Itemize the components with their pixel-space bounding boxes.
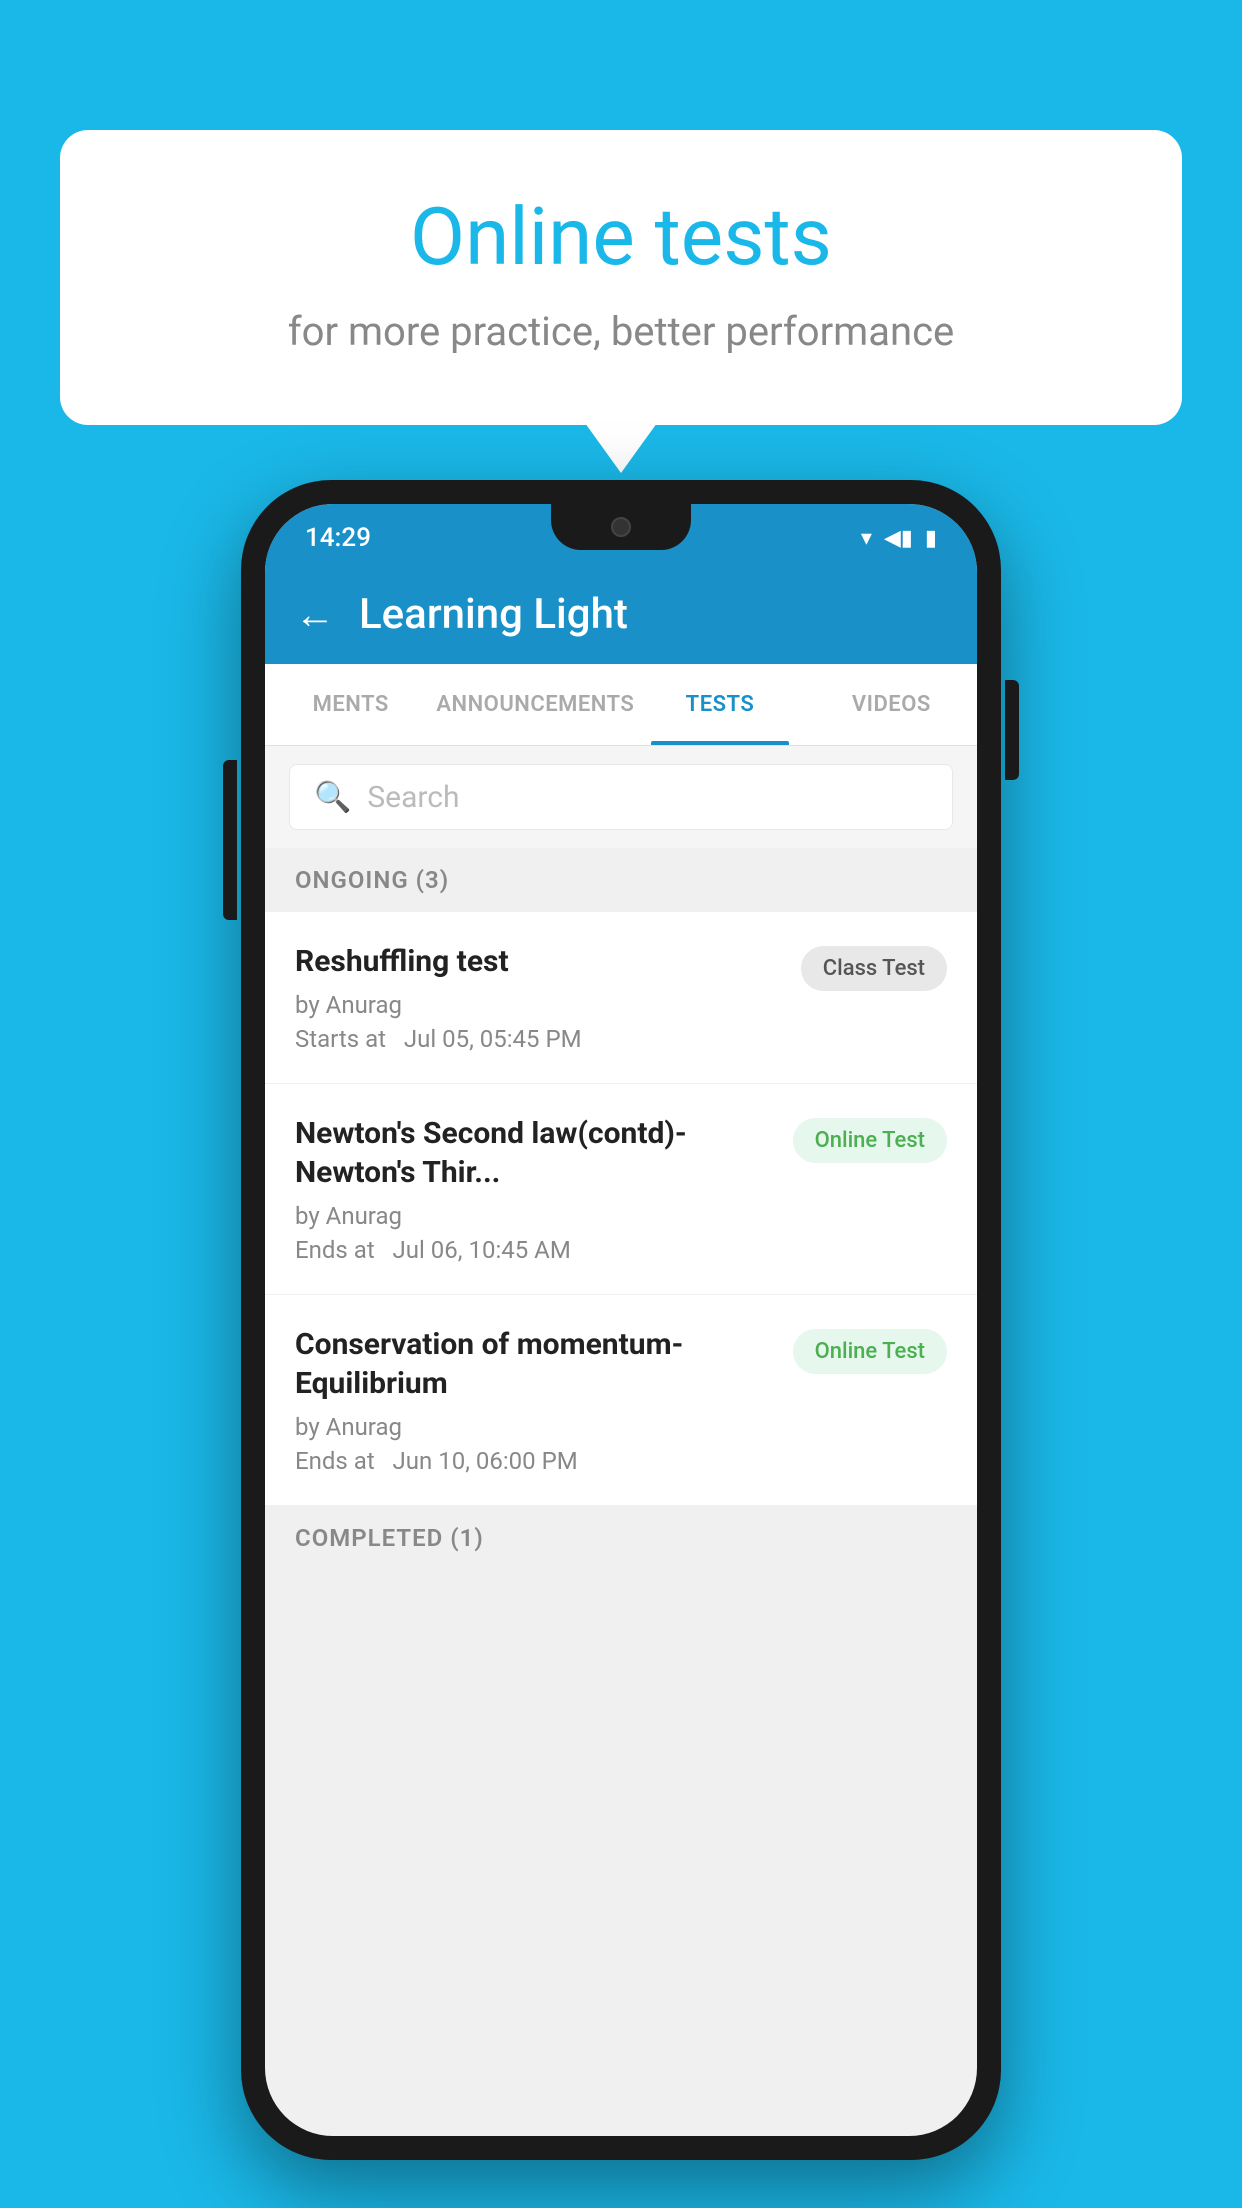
- speech-bubble: Online tests for more practice, better p…: [60, 130, 1182, 425]
- list-item[interactable]: Reshuffling test by Anurag Starts at Jul…: [265, 912, 977, 1084]
- test-list: Reshuffling test by Anurag Starts at Jul…: [265, 912, 977, 1506]
- test-author: by Anurag: [295, 1413, 773, 1441]
- app-title: Learning Light: [359, 590, 628, 639]
- ongoing-section-header: ONGOING (3): [265, 848, 977, 912]
- test-name: Reshuffling test: [295, 942, 781, 981]
- bubble-title: Online tests: [140, 190, 1102, 284]
- search-input[interactable]: Search: [367, 780, 459, 815]
- test-badge: Online Test: [793, 1329, 947, 1374]
- phone-screen: 14:29 ▾ ◀▮ ▮ ← Learning Light MENTS ANNO…: [265, 504, 977, 2136]
- search-icon: 🔍: [314, 780, 351, 815]
- ongoing-label: ONGOING (3): [295, 866, 449, 894]
- test-time: Ends at Jun 10, 06:00 PM: [295, 1447, 773, 1475]
- test-time: Ends at Jul 06, 10:45 AM: [295, 1236, 773, 1264]
- wifi-icon: ▾: [861, 526, 872, 551]
- test-badge: Online Test: [793, 1118, 947, 1163]
- tab-announcements[interactable]: ANNOUNCEMENTS: [436, 664, 634, 745]
- test-time: Starts at Jul 05, 05:45 PM: [295, 1025, 781, 1053]
- search-box[interactable]: 🔍 Search: [289, 764, 953, 830]
- status-time: 14:29: [305, 523, 371, 553]
- phone-outer: 14:29 ▾ ◀▮ ▮ ← Learning Light MENTS ANNO…: [241, 480, 1001, 2160]
- time-value: Jun 10, 06:00 PM: [393, 1447, 578, 1475]
- completed-label: COMPLETED (1): [295, 1524, 484, 1552]
- time-label: Ends at: [295, 1447, 375, 1475]
- tab-videos[interactable]: VIDEOS: [806, 664, 977, 745]
- camera-icon: [611, 517, 631, 537]
- phone-notch: [551, 504, 691, 550]
- back-button[interactable]: ←: [295, 591, 335, 638]
- completed-section-header: COMPLETED (1): [265, 1506, 977, 1570]
- list-item[interactable]: Newton's Second law(contd)-Newton's Thir…: [265, 1084, 977, 1295]
- tab-tests[interactable]: TESTS: [634, 664, 805, 745]
- signal-icon: ◀▮: [884, 526, 913, 551]
- test-name: Conservation of momentum-Equilibrium: [295, 1325, 773, 1403]
- bubble-subtitle: for more practice, better performance: [140, 308, 1102, 355]
- test-badge: Class Test: [801, 946, 947, 991]
- test-info: Conservation of momentum-Equilibrium by …: [295, 1325, 773, 1475]
- test-author: by Anurag: [295, 991, 781, 1019]
- time-label: Ends at: [295, 1236, 375, 1264]
- test-name: Newton's Second law(contd)-Newton's Thir…: [295, 1114, 773, 1192]
- time-value: Jul 06, 10:45 AM: [393, 1236, 571, 1264]
- time-value: Jul 05, 05:45 PM: [404, 1025, 582, 1053]
- time-label: Starts at: [295, 1025, 386, 1053]
- test-author: by Anurag: [295, 1202, 773, 1230]
- phone: 14:29 ▾ ◀▮ ▮ ← Learning Light MENTS ANNO…: [241, 480, 1001, 2160]
- tabs: MENTS ANNOUNCEMENTS TESTS VIDEOS: [265, 664, 977, 746]
- status-icons: ▾ ◀▮ ▮: [861, 526, 937, 551]
- battery-icon: ▮: [925, 526, 937, 551]
- app-bar: ← Learning Light: [265, 564, 977, 664]
- list-item[interactable]: Conservation of momentum-Equilibrium by …: [265, 1295, 977, 1506]
- test-info: Reshuffling test by Anurag Starts at Jul…: [295, 942, 781, 1053]
- search-area: 🔍 Search: [265, 746, 977, 848]
- test-info: Newton's Second law(contd)-Newton's Thir…: [295, 1114, 773, 1264]
- tab-ments[interactable]: MENTS: [265, 664, 436, 745]
